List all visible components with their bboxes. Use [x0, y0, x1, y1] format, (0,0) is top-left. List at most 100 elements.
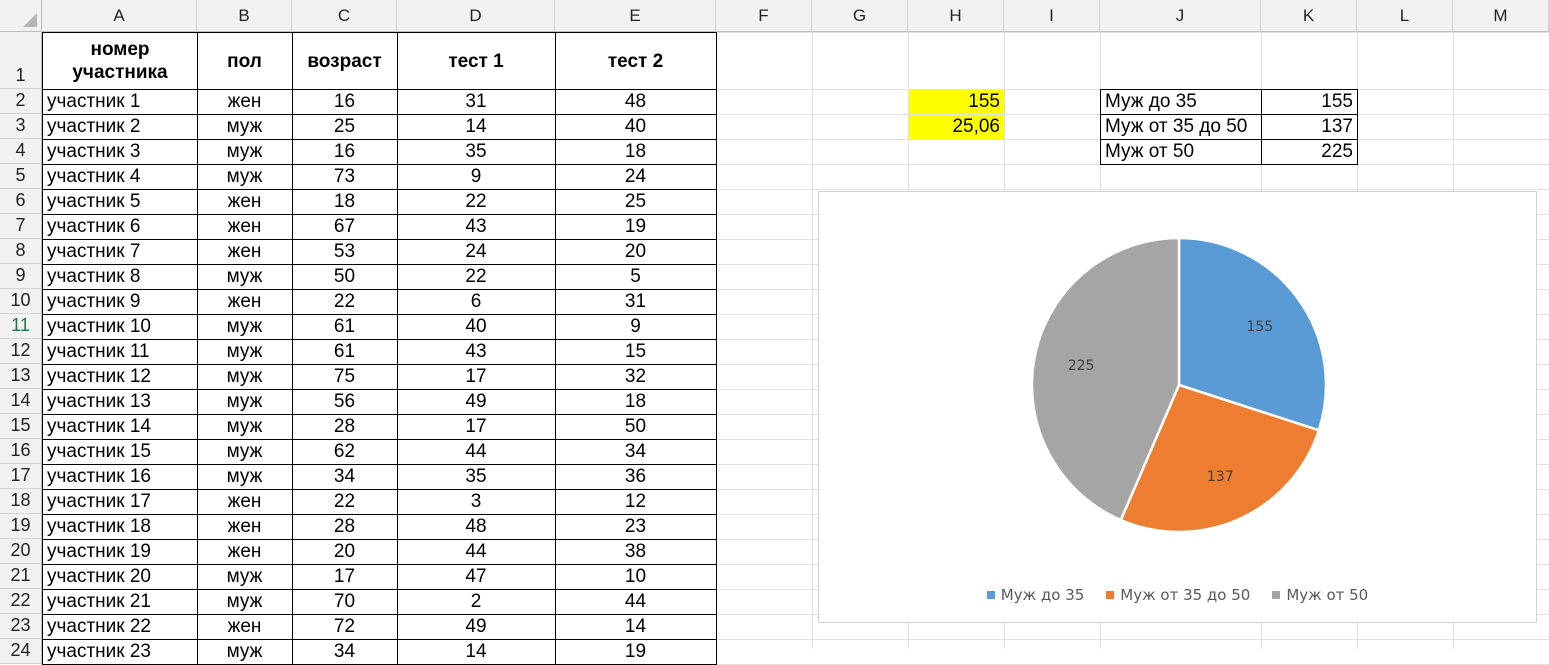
age-cell[interactable]: 34 [292, 464, 398, 490]
test-2-cell[interactable]: 24 [555, 164, 717, 190]
test-1-cell[interactable]: 35 [397, 464, 556, 490]
column-header-m[interactable]: M [1453, 0, 1549, 32]
age-cell[interactable]: 16 [292, 139, 398, 165]
column-header-l[interactable]: L [1357, 0, 1453, 32]
age-cell[interactable]: 28 [292, 514, 398, 540]
column-header-g[interactable]: G [812, 0, 908, 32]
column-header-e[interactable]: E [555, 0, 716, 32]
test-1-cell[interactable]: 43 [397, 214, 556, 240]
test-2-cell[interactable]: 9 [555, 314, 717, 340]
gender-cell[interactable]: жен [197, 89, 293, 115]
participant-name-cell[interactable]: участник 1 [42, 89, 198, 115]
row-header-17[interactable]: 17 [0, 464, 42, 489]
row-header-20[interactable]: 20 [0, 539, 42, 564]
test-2-cell[interactable]: 36 [555, 464, 717, 490]
gender-cell[interactable]: жен [197, 614, 293, 640]
row-header-6[interactable]: 6 [0, 189, 42, 214]
gender-cell[interactable]: жен [197, 289, 293, 315]
row-header-19[interactable]: 19 [0, 514, 42, 539]
row-header-18[interactable]: 18 [0, 489, 42, 514]
age-cell[interactable]: 61 [292, 314, 398, 340]
participant-name-cell[interactable]: участник 6 [42, 214, 198, 240]
age-cell[interactable]: 34 [292, 639, 398, 665]
participant-name-cell[interactable]: участник 10 [42, 314, 198, 340]
row-header-5[interactable]: 5 [0, 164, 42, 189]
row-header-13[interactable]: 13 [0, 364, 42, 389]
row-header-15[interactable]: 15 [0, 414, 42, 439]
gender-cell[interactable]: жен [197, 189, 293, 215]
row-header-22[interactable]: 22 [0, 589, 42, 614]
age-cell[interactable]: 73 [292, 164, 398, 190]
participant-name-cell[interactable]: участник 20 [42, 564, 198, 590]
participant-name-cell[interactable]: участник 15 [42, 439, 198, 465]
column-header-f[interactable]: F [716, 0, 812, 32]
summary-value-cell[interactable]: 155 [1261, 89, 1358, 115]
column-header-a[interactable]: A [42, 0, 197, 32]
age-cell[interactable]: 50 [292, 264, 398, 290]
participant-name-cell[interactable]: участник 2 [42, 114, 198, 140]
gender-cell[interactable]: муж [197, 589, 293, 615]
summary-label-cell[interactable]: Муж от 50 [1100, 139, 1262, 165]
header-gender[interactable]: пол [197, 32, 293, 90]
test-1-cell[interactable]: 31 [397, 89, 556, 115]
summary-label-cell[interactable]: Муж до 35 [1100, 89, 1262, 115]
column-header-h[interactable]: H [908, 0, 1004, 32]
test-2-cell[interactable]: 5 [555, 264, 717, 290]
test-2-cell[interactable]: 31 [555, 289, 717, 315]
row-header-8[interactable]: 8 [0, 239, 42, 264]
row-header-12[interactable]: 12 [0, 339, 42, 364]
test-2-cell[interactable]: 23 [555, 514, 717, 540]
gender-cell[interactable]: муж [197, 314, 293, 340]
test-2-cell[interactable]: 32 [555, 364, 717, 390]
age-cell[interactable]: 70 [292, 589, 398, 615]
column-header-c[interactable]: C [292, 0, 397, 32]
gender-cell[interactable]: муж [197, 414, 293, 440]
row-header-16[interactable]: 16 [0, 439, 42, 464]
test-1-cell[interactable]: 48 [397, 514, 556, 540]
participant-name-cell[interactable]: участник 14 [42, 414, 198, 440]
test-2-cell[interactable]: 14 [555, 614, 717, 640]
test-1-cell[interactable]: 14 [397, 639, 556, 665]
test-1-cell[interactable]: 47 [397, 564, 556, 590]
age-cell[interactable]: 25 [292, 114, 398, 140]
row-header-10[interactable]: 10 [0, 289, 42, 314]
participant-name-cell[interactable]: участник 16 [42, 464, 198, 490]
participant-name-cell[interactable]: участник 19 [42, 539, 198, 565]
column-header-j[interactable]: J [1100, 0, 1261, 32]
participant-name-cell[interactable]: участник 7 [42, 239, 198, 265]
column-header-d[interactable]: D [397, 0, 555, 32]
gender-cell[interactable]: муж [197, 114, 293, 140]
test-1-cell[interactable]: 3 [397, 489, 556, 515]
column-header-k[interactable]: K [1261, 0, 1357, 32]
row-header-9[interactable]: 9 [0, 264, 42, 289]
row-header-11[interactable]: 11 [0, 314, 42, 339]
gender-cell[interactable]: жен [197, 489, 293, 515]
test-2-cell[interactable]: 19 [555, 214, 717, 240]
test-2-cell[interactable]: 25 [555, 189, 717, 215]
test-2-cell[interactable]: 50 [555, 414, 717, 440]
age-cell[interactable]: 56 [292, 389, 398, 415]
test-1-cell[interactable]: 6 [397, 289, 556, 315]
test-1-cell[interactable]: 22 [397, 264, 556, 290]
summary-value-cell[interactable]: 137 [1261, 114, 1358, 140]
test-2-cell[interactable]: 40 [555, 114, 717, 140]
age-cell[interactable]: 28 [292, 414, 398, 440]
gender-cell[interactable]: муж [197, 339, 293, 365]
age-cell[interactable]: 17 [292, 564, 398, 590]
age-cell[interactable]: 75 [292, 364, 398, 390]
test-1-cell[interactable]: 2 [397, 589, 556, 615]
gender-cell[interactable]: муж [197, 139, 293, 165]
test-1-cell[interactable]: 49 [397, 614, 556, 640]
participant-name-cell[interactable]: участник 21 [42, 589, 198, 615]
test-1-cell[interactable]: 22 [397, 189, 556, 215]
gender-cell[interactable]: муж [197, 639, 293, 665]
age-cell[interactable]: 22 [292, 289, 398, 315]
legend-item-2[interactable]: Муж от 35 до 50 [1106, 585, 1250, 605]
gender-cell[interactable]: муж [197, 439, 293, 465]
age-cell[interactable]: 18 [292, 189, 398, 215]
test-2-cell[interactable]: 34 [555, 439, 717, 465]
age-cell[interactable]: 22 [292, 489, 398, 515]
test-1-cell[interactable]: 17 [397, 364, 556, 390]
row-header-4[interactable]: 4 [0, 139, 42, 164]
column-header-i[interactable]: I [1004, 0, 1100, 32]
